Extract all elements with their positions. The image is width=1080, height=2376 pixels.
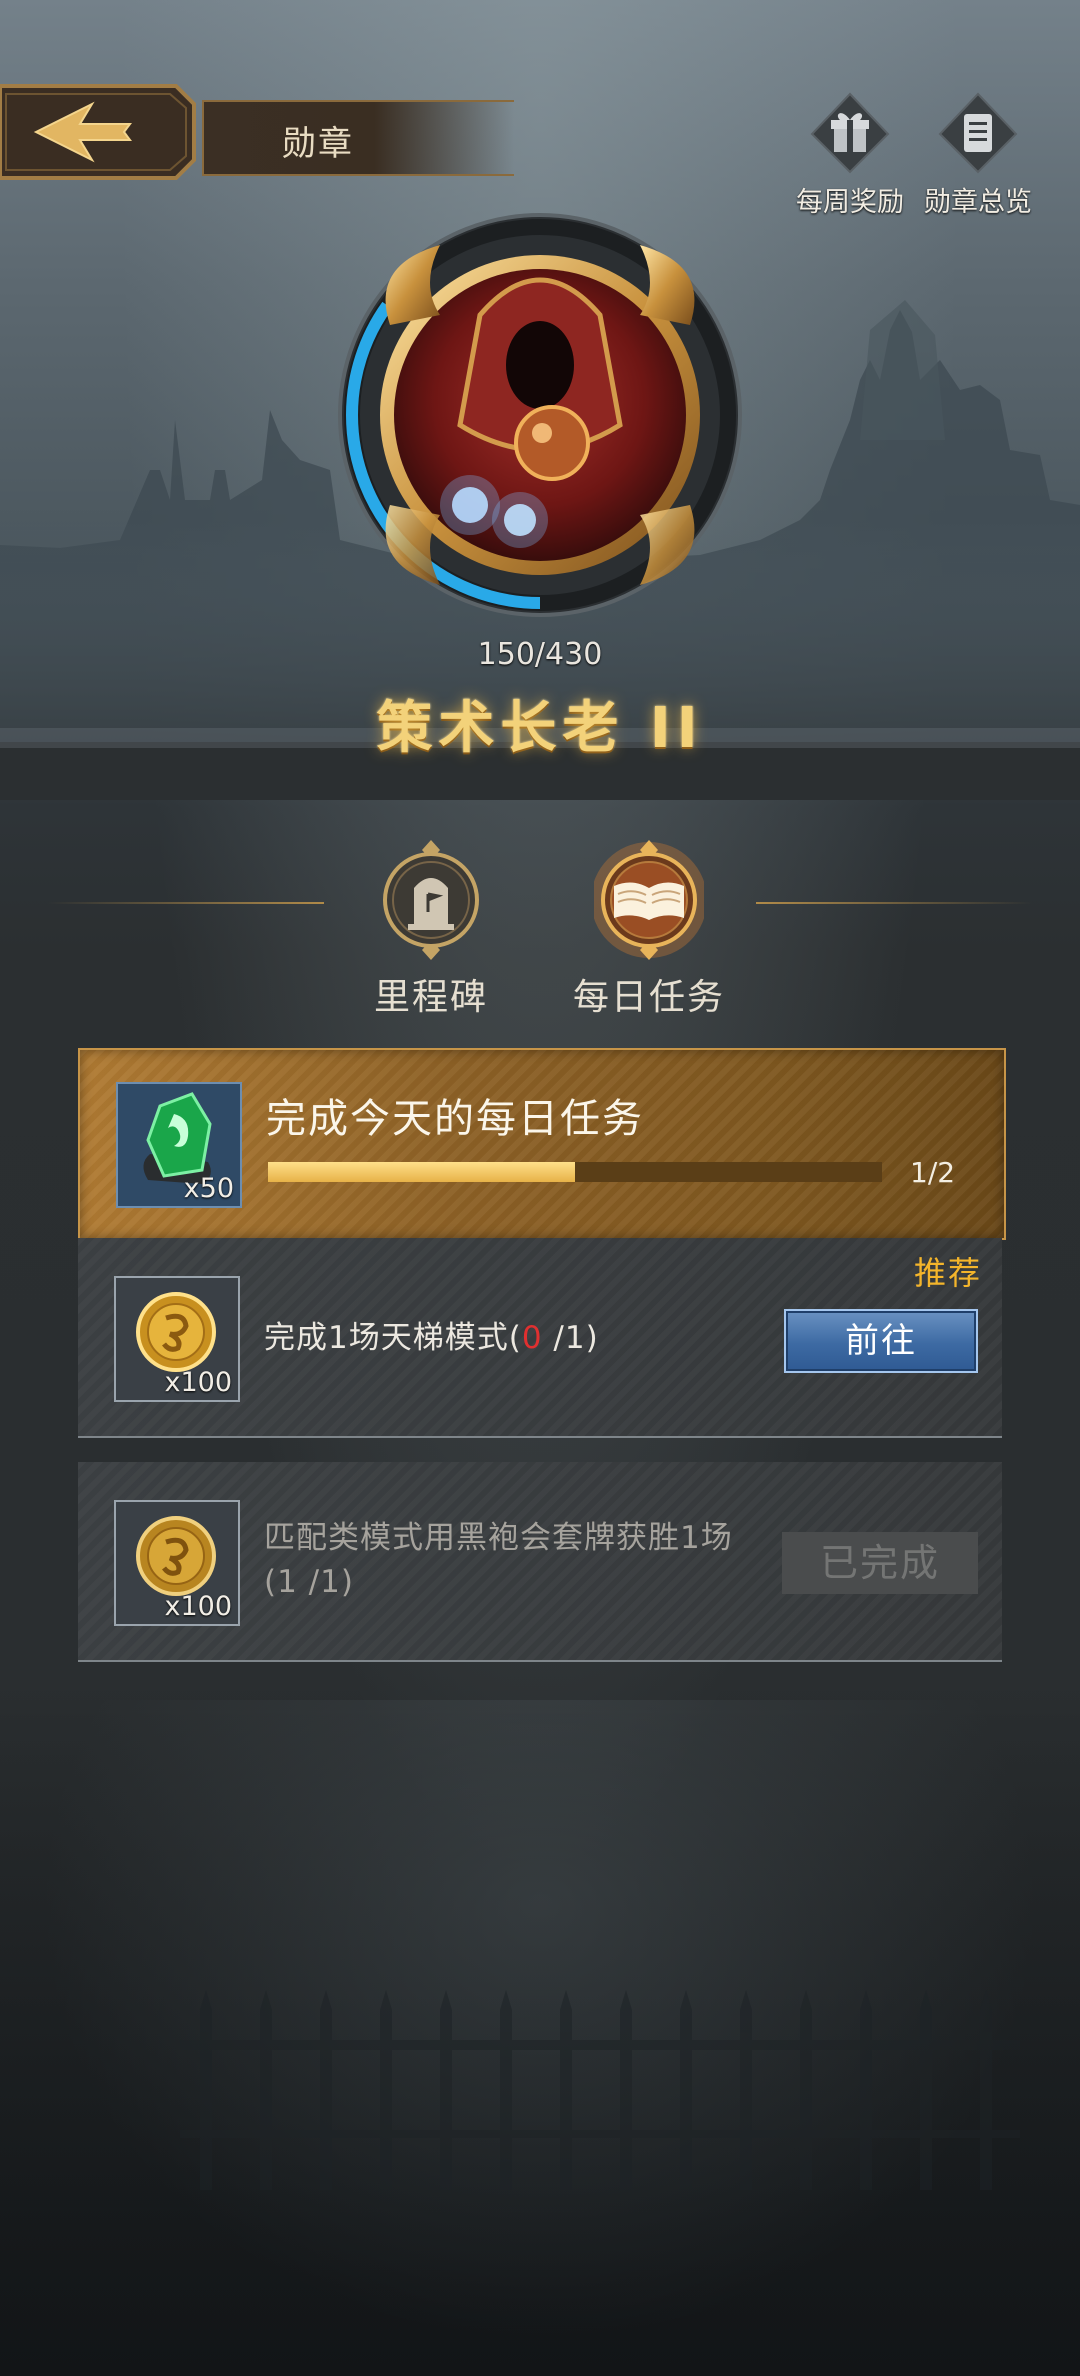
badge-progress-text: 150/430 xyxy=(477,637,603,672)
task-desc-line2: (1 /1) xyxy=(264,1564,354,1600)
page-title-plate: 勋章 xyxy=(202,100,514,176)
tab-daily-tasks-label: 每日任务 xyxy=(572,977,725,1018)
daily-summary-title: 完成今天的每日任务 xyxy=(266,1096,644,1142)
go-button[interactable]: 前往 xyxy=(784,1309,978,1373)
badge-overview-label: 勋章总览 xyxy=(924,187,1032,218)
task-description: 完成1场天梯模式(0 /1) xyxy=(264,1316,599,1360)
daily-progress-fill xyxy=(268,1162,575,1182)
task-progress-done: 0 xyxy=(521,1320,543,1356)
gift-icon xyxy=(810,92,890,174)
task-divider xyxy=(78,1660,1002,1662)
rank-name: 策术长老 II xyxy=(376,696,704,761)
task-reward-quantity: x100 xyxy=(164,1591,232,1622)
tab-milestone[interactable]: 里程碑 xyxy=(346,838,516,1020)
daily-progress-bar xyxy=(268,1162,882,1182)
tab-divider-left xyxy=(48,902,324,904)
task-desc-line1: 匹配类模式用黑袍会套牌获胜1场 xyxy=(264,1520,733,1556)
task-desc-text: 完成1场天梯模式( xyxy=(264,1320,522,1356)
weekly-reward-button[interactable]: 每周奖励 xyxy=(790,92,910,219)
task-reward-box[interactable]: x100 xyxy=(114,1276,240,1402)
reward-item-box[interactable]: x50 xyxy=(116,1082,242,1208)
weekly-reward-label: 每周奖励 xyxy=(796,187,904,218)
task-reward-quantity: x100 xyxy=(164,1367,232,1398)
daily-progress-count: 1/2 xyxy=(910,1156,956,1189)
badge-overview-button[interactable]: 勋章总览 xyxy=(918,92,1038,219)
task-divider xyxy=(78,1436,1002,1438)
tab-daily-tasks[interactable]: 每日任务 xyxy=(564,838,734,1020)
task-progress-total: /1 xyxy=(542,1320,586,1356)
back-button[interactable] xyxy=(0,80,196,184)
daily-summary-card: x50 完成今天的每日任务 1/2 xyxy=(78,1048,1006,1240)
reward-quantity: x50 xyxy=(183,1173,234,1204)
page-title: 勋章 xyxy=(282,124,354,164)
list-icon xyxy=(938,92,1018,174)
back-arrow-icon xyxy=(0,84,196,180)
monument-icon xyxy=(383,840,479,960)
graveyard-fence xyxy=(180,1990,1020,2190)
task-description: 匹配类模式用黑袍会套牌获胜1场 (1 /1) xyxy=(264,1516,733,1604)
task-card-ladder: 推荐 x100 完成1场天梯模式(0 /1) 前往 xyxy=(78,1238,1002,1438)
book-icon xyxy=(594,840,704,960)
tab-divider-right xyxy=(756,902,1032,904)
tab-milestone-label: 里程碑 xyxy=(373,977,488,1018)
task-card-faction-win: x100 匹配类模式用黑袍会套牌获胜1场 (1 /1) 已完成 xyxy=(78,1462,1002,1662)
completed-button: 已完成 xyxy=(782,1532,978,1594)
task-desc-suffix: ) xyxy=(585,1320,599,1356)
recommend-tag: 推荐 xyxy=(913,1254,982,1292)
task-reward-box[interactable]: x100 xyxy=(114,1500,240,1626)
rank-badge[interactable] xyxy=(330,205,750,625)
